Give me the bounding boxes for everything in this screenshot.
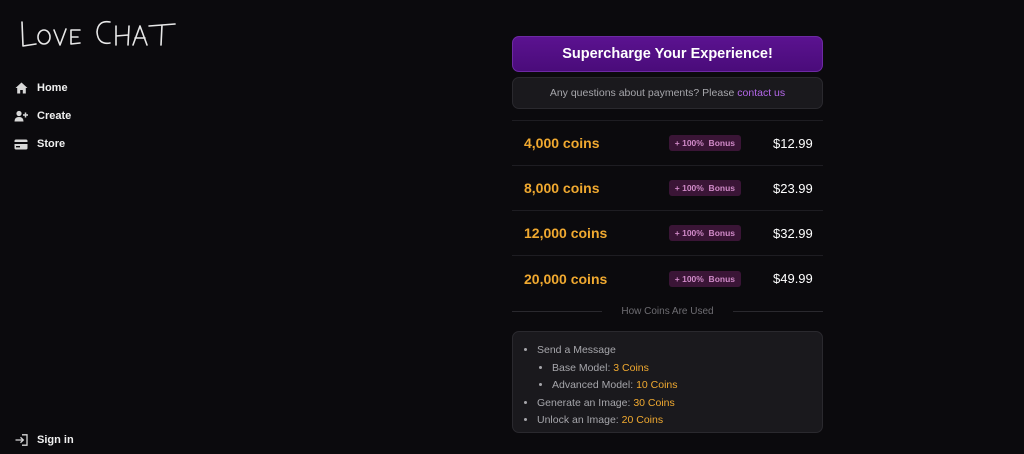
usage-cost: 30 Coins (633, 396, 675, 409)
divider-line (733, 311, 823, 312)
store-panel: Supercharge Your Experience! Any questio… (512, 36, 823, 433)
coin-usage-box: Send a Message Base Model: 3 Coins Advan… (512, 331, 823, 433)
sidebar-item-sign-in[interactable]: Sign in (14, 426, 74, 454)
sidebar-nav: Home Create Store (14, 74, 71, 158)
coin-pack-row[interactable]: 4,000 coins + 100% Bonus $12.99 (512, 121, 823, 166)
coin-pack-row[interactable]: 20,000 coins + 100% Bonus $49.99 (512, 256, 823, 301)
logo[interactable] (18, 14, 178, 55)
usage-item: Unlock an Image: 20 Coins (537, 412, 822, 430)
usage-label: Base Model: (552, 361, 611, 374)
contact-us-link[interactable]: contact us (737, 87, 785, 99)
supercharge-button[interactable]: Supercharge Your Experience! (512, 36, 823, 72)
pack-price: $12.99 (773, 135, 813, 151)
divider-line (512, 311, 602, 312)
logo-wordmark (21, 20, 176, 47)
sidebar-item-label: Create (37, 110, 72, 122)
coin-amount: 4,000 coins (524, 135, 600, 151)
usage-label: Generate an Image: (537, 396, 631, 409)
coin-pack-row[interactable]: 12,000 coins + 100% Bonus $32.99 (512, 211, 823, 256)
usage-item: Advanced Model: 10 Coins (552, 377, 822, 395)
sidebar-item-label: Store (37, 138, 66, 150)
usage-item: Base Model: 3 Coins (552, 360, 822, 378)
coin-amount: 20,000 coins (524, 270, 608, 287)
bonus-badge: + 100% Bonus (668, 180, 741, 196)
usage-cost: 10 Coins (636, 379, 678, 391)
usage-heading: How Coins Are Used (613, 305, 722, 317)
pack-price: $23.99 (773, 180, 813, 196)
sign-in-button[interactable]: Sign in (14, 426, 74, 454)
sign-in-icon (14, 433, 28, 447)
usage-label: Send a Message (537, 344, 616, 356)
pack-price: $49.99 (773, 271, 813, 286)
usage-list: Send a Message Base Model: 3 Coins Advan… (537, 342, 822, 430)
sidebar-item-label: Home (37, 82, 68, 94)
usage-cost: 20 Coins (621, 414, 664, 426)
usage-cost: 3 Coins (613, 361, 649, 374)
bonus-badge: + 100% Bonus (668, 135, 741, 151)
sidebar-item-store[interactable]: Store (14, 130, 71, 158)
usage-item: Generate an Image: 30 Coins (537, 395, 822, 413)
pack-price: $32.99 (773, 225, 813, 241)
usage-divider: How Coins Are Used (512, 301, 823, 321)
add-user-icon (14, 109, 28, 123)
payment-questions-box: Any questions about payments? Please con… (512, 77, 823, 109)
usage-label: Unlock an Image: (537, 414, 619, 426)
coin-amount: 12,000 coins (524, 225, 608, 241)
bonus-badge: + 100% Bonus (668, 270, 741, 287)
payment-questions-text: Any questions about payments? Please (549, 87, 735, 99)
usage-item: Send a Message Base Model: 3 Coins Advan… (537, 342, 822, 395)
coin-pack-row[interactable]: 8,000 coins + 100% Bonus $23.99 (512, 166, 823, 211)
bonus-badge: + 100% Bonus (668, 225, 741, 241)
usage-sublist: Base Model: 3 Coins Advanced Model: 10 C… (537, 360, 822, 395)
coin-packs-list: 4,000 coins + 100% Bonus $12.99 8,000 co… (512, 120, 823, 301)
sidebar: Home Create Store Sign in (0, 0, 200, 447)
coin-amount: 8,000 coins (524, 180, 600, 196)
sign-in-label: Sign in (37, 434, 74, 446)
usage-label: Advanced Model: (552, 379, 634, 391)
card-icon (14, 137, 28, 151)
supercharge-label: Supercharge Your Experience! (562, 46, 773, 62)
sidebar-item-create[interactable]: Create (14, 102, 71, 130)
sidebar-item-home[interactable]: Home (14, 74, 71, 102)
home-icon (14, 81, 28, 95)
